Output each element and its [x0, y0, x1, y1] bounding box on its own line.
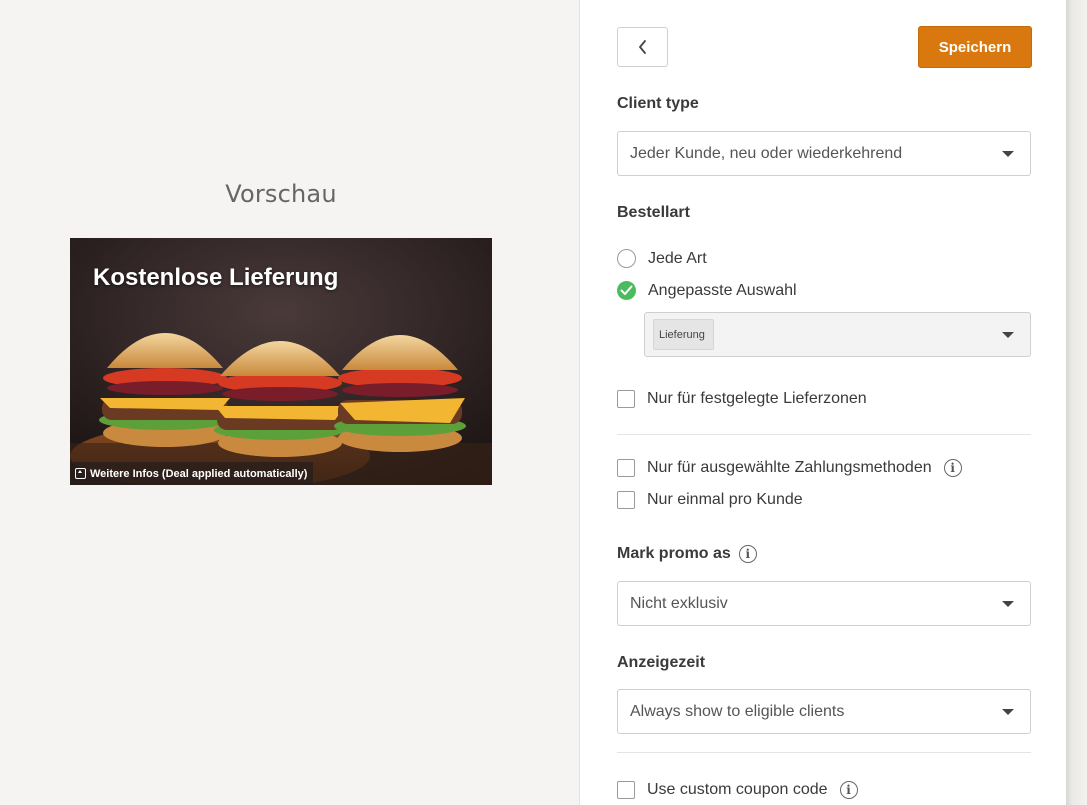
once-per-client-option[interactable]: Nur einmal pro Kunde [617, 491, 803, 509]
order-type-option-label: Angepasste Auswahl [648, 281, 797, 299]
radio-custom[interactable] [617, 281, 636, 300]
order-type-option-label: Jede Art [648, 249, 707, 267]
display-time-label-text: Anzeigezeit [617, 654, 706, 671]
chevron-left-icon [638, 40, 646, 54]
more-info-label: Weitere Infos (Deal applied automaticall… [90, 467, 308, 480]
back-button[interactable] [617, 27, 668, 67]
client-type-label-text: Client type [617, 95, 699, 112]
display-time-label: Anzeigezeit [617, 654, 705, 672]
order-type-option-custom[interactable]: Angepasste Auswahl [617, 281, 797, 300]
promo-settings-panel: Speichern Client type Jeder Kunde, neu o… [579, 0, 1066, 805]
client-type-value: Jeder Kunde, neu oder wiederkehrend [630, 144, 903, 162]
payment-methods-checkbox[interactable] [617, 459, 635, 477]
chip-delivery[interactable]: Lieferung [653, 319, 714, 350]
radio-any[interactable] [617, 249, 636, 268]
delivery-zones-checkbox[interactable] [617, 390, 635, 408]
custom-coupon-checkbox[interactable] [617, 781, 635, 799]
chevron-down-icon [1002, 708, 1014, 715]
panel-shadow [1066, 0, 1087, 805]
checkmark-icon [620, 285, 633, 295]
mark-promo-label-text: Mark promo as [617, 545, 731, 562]
once-per-client-label: Nur einmal pro Kunde [647, 491, 803, 508]
info-icon[interactable]: i [839, 781, 858, 799]
preview-heading: Vorschau [225, 180, 337, 208]
chevron-down-icon [1002, 331, 1014, 338]
order-type-option-any[interactable]: Jede Art [617, 249, 707, 268]
delivery-zones-option[interactable]: Nur für festgelegte Lieferzonen [617, 390, 867, 408]
mark-promo-select[interactable]: Nicht exklusiv [617, 581, 1031, 626]
mark-promo-label: Mark promo as i [617, 545, 757, 563]
custom-coupon-option[interactable]: Use custom coupon code i [617, 781, 858, 799]
custom-coupon-label: Use custom coupon code [647, 781, 828, 798]
payment-methods-option[interactable]: Nur für ausgewählte Zahlungsmethoden i [617, 459, 962, 477]
client-type-select[interactable]: Jeder Kunde, neu oder wiederkehrend [617, 131, 1031, 176]
expand-up-icon [75, 468, 86, 479]
info-icon[interactable]: i [943, 459, 962, 477]
order-type-label: Bestellart [617, 204, 690, 222]
order-type-label-text: Bestellart [617, 204, 690, 221]
chevron-down-icon [1002, 600, 1014, 607]
divider [617, 752, 1031, 753]
once-per-client-checkbox[interactable] [617, 491, 635, 509]
payment-methods-label: Nur für ausgewählte Zahlungsmethoden [647, 459, 932, 476]
info-icon[interactable]: i [738, 545, 757, 563]
chevron-down-icon [1002, 150, 1014, 157]
promo-preview-card: Kostenlose Lieferung Weitere Infos (Deal… [70, 238, 492, 485]
save-button[interactable]: Speichern [918, 26, 1032, 68]
display-time-select[interactable]: Always show to eligible clients [617, 689, 1031, 734]
client-type-label: Client type [617, 95, 699, 113]
order-type-multiselect[interactable]: Lieferung [644, 312, 1031, 357]
promo-title: Kostenlose Lieferung [93, 264, 339, 291]
display-time-value: Always show to eligible clients [630, 702, 845, 720]
delivery-zones-label: Nur für festgelegte Lieferzonen [647, 390, 867, 407]
mark-promo-value: Nicht exklusiv [630, 594, 728, 612]
divider [617, 434, 1031, 435]
more-info-link[interactable]: Weitere Infos (Deal applied automaticall… [70, 462, 314, 485]
